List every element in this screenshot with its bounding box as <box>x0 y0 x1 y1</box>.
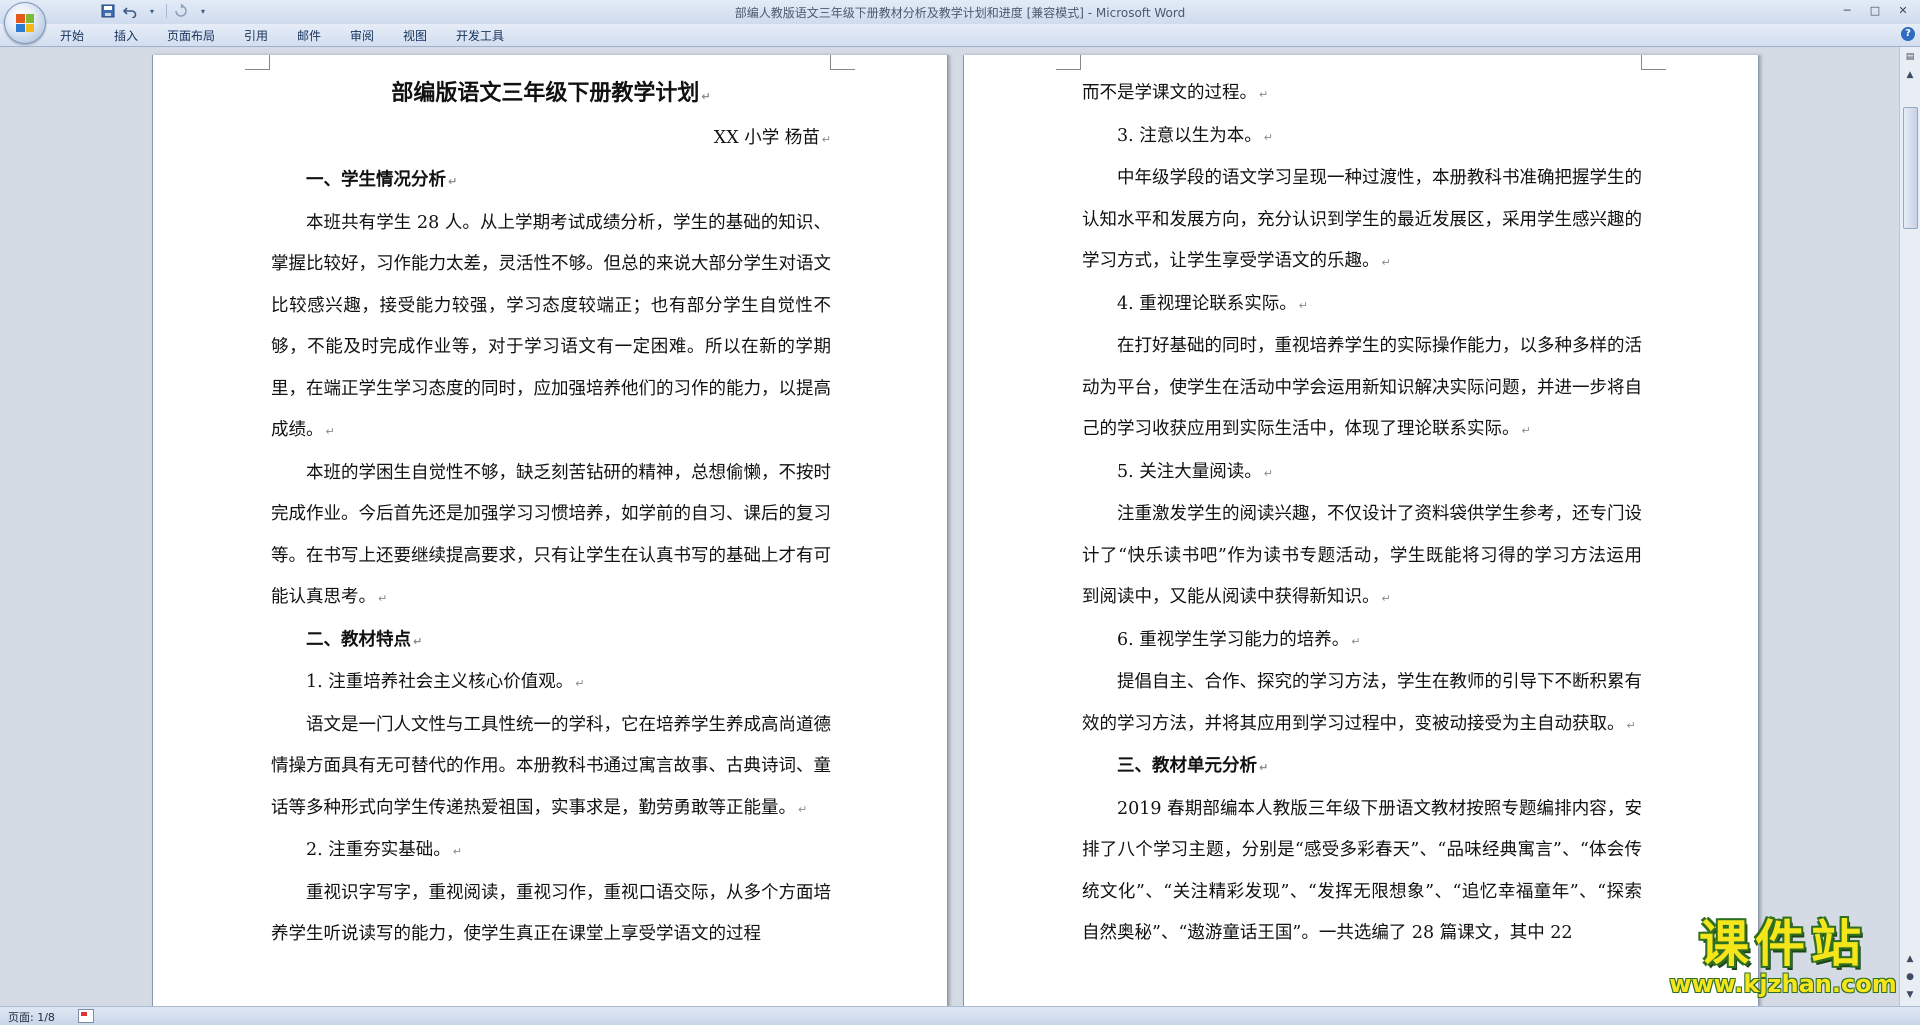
help-icon[interactable]: ? <box>1901 27 1915 41</box>
body-paragraph: 在打好基础的同时，重视培养学生的实际操作能力，以多种多样的活动为平台，使学生在活… <box>1082 336 1642 439</box>
watermark-logo: 课件站 www.kjzhan.com <box>1668 918 1898 998</box>
document-page-left[interactable]: 部编版语文三年级下册教学计划 ↵ XX 小学 杨苗 ↵ 一、学生情况分析 ↵ 本班共有… <box>152 55 948 1007</box>
tab-references[interactable]: 引用 <box>244 27 268 44</box>
crop-mark <box>1056 55 1081 70</box>
tab-page-layout[interactable]: 页面布局 <box>167 27 215 44</box>
office-button[interactable] <box>4 2 46 44</box>
body-paragraph: 提倡自主、合作、探究的学习方法，学生在教师的引导下不断积累有效的学习方法，并将其… <box>1082 672 1642 734</box>
subheading: 5. 关注大量阅读。 ↵ <box>1117 461 1273 482</box>
previous-page-icon[interactable]: ▲ <box>1902 951 1918 967</box>
ruler-toggle-icon[interactable]: ▤ <box>1902 49 1918 65</box>
tab-review[interactable]: 审阅 <box>350 27 374 44</box>
page-text-left: 部编版语文三年级下册教学计划 ↵ XX 小学 杨苗 ↵ 一、学生情况分析 ↵ 本班共有… <box>271 73 831 956</box>
watermark-url: www.kjzhan.com <box>1669 970 1897 998</box>
status-bar: 页面: 1/8 <box>0 1006 1920 1025</box>
body-paragraph: 2019 春期部编本人教版三年级下册语文教材按照专题编排内容，安排了八个学习主题… <box>1082 798 1642 944</box>
body-paragraph: 中年级学段的语文学习呈现一种过渡性，本册教科书准确把握学生的认知水平和发展方向，… <box>1082 168 1642 271</box>
page-text-right: 而不是学课文的过程。 ↵ 3. 注意以生为本。 ↵ 中年级学段的语文学习呈现一种过渡… <box>1082 73 1642 955</box>
subheading: 4. 重视理论联系实际。 ↵ <box>1117 293 1308 314</box>
proofing-status-icon[interactable] <box>78 1009 94 1023</box>
minimize-icon[interactable]: ─ <box>1834 2 1860 20</box>
tab-mailings[interactable]: 邮件 <box>297 27 321 44</box>
window-controls: ─ □ ✕ <box>1834 2 1916 20</box>
page-indicator[interactable]: 页面: 1/8 <box>8 1009 55 1025</box>
document-area[interactable]: 部编版语文三年级下册教学计划 ↵ XX 小学 杨苗 ↵ 一、学生情况分析 ↵ 本班共有… <box>0 47 1900 1007</box>
tab-insert[interactable]: 插入 <box>114 27 138 44</box>
section-heading: 三、教材单元分析 ↵ <box>1117 756 1269 776</box>
next-page-icon[interactable]: ▼ <box>1902 987 1918 1003</box>
close-icon[interactable]: ✕ <box>1890 2 1916 20</box>
scroll-up-icon[interactable]: ▲ <box>1902 67 1918 83</box>
body-paragraph-continued: 而不是学课文的过程。 ↵ <box>1082 83 1269 103</box>
ribbon-tabs: 开始 插入 页面布局 引用 邮件 审阅 视图 开发工具 ? <box>0 24 1920 47</box>
section-heading: 二、教材特点 ↵ <box>306 629 423 650</box>
body-paragraph: 本班共有学生 28 人。从上学期考试成绩分析，学生的基础的知识、掌握比较好，习作… <box>271 212 831 441</box>
subheading: 3. 注意以生为本。 ↵ <box>1117 125 1273 146</box>
tab-home[interactable]: 开始 <box>60 27 84 44</box>
body-paragraph: 重视识字写字，重视阅读，重视习作，重视口语交际，从多个方面培养学生听说读写的能力… <box>271 882 831 945</box>
crop-mark <box>830 55 855 70</box>
tab-view[interactable]: 视图 <box>403 27 427 44</box>
office-logo-icon <box>16 14 34 32</box>
section-heading: 一、学生情况分析 ↵ <box>306 170 458 190</box>
window-title: 部编人教版语文三年级下册教材分析及教学计划和进度 [兼容模式] - Micros… <box>734 6 1186 20</box>
body-paragraph: 注重激发学生的阅读兴趣，不仅设计了资料袋供学生参考，还专门设计了“快乐读书吧”作… <box>1082 504 1642 607</box>
crop-mark <box>1641 55 1666 70</box>
scrollbar-thumb[interactable] <box>1903 107 1918 229</box>
subheading: 6. 重视学生学习能力的培养。 ↵ <box>1117 629 1361 650</box>
body-paragraph: 本班的学困生自觉性不够，缺乏刻苦钻研的精神，总想偷懒，不按时完成作业。今后首先还… <box>271 462 831 608</box>
select-browse-object-icon[interactable]: ● <box>1902 969 1918 985</box>
tab-developer[interactable]: 开发工具 <box>456 27 504 44</box>
crop-mark <box>245 55 270 70</box>
maximize-icon[interactable]: □ <box>1862 2 1888 20</box>
document-page-right[interactable]: 而不是学课文的过程。 ↵ 3. 注意以生为本。 ↵ 中年级学段的语文学习呈现一种过渡… <box>963 55 1759 1007</box>
document-author: XX 小学 杨苗 ↵ <box>713 127 831 148</box>
document-title: 部编版语文三年级下册教学计划 ↵ <box>391 81 711 106</box>
subheading: 1. 注重培养社会主义核心价值观。 ↵ <box>306 672 585 692</box>
subheading: 2. 注重夯实基础。 ↵ <box>306 840 462 860</box>
body-paragraph: 语文是一门人文性与工具性统一的学科，它在培养学生养成高尚道德情操方面具有无可替代… <box>271 714 831 818</box>
watermark-title: 课件站 <box>1699 915 1867 973</box>
vertical-scrollbar[interactable]: ▤ ▲ ▲ ● ▼ <box>1899 47 1920 1007</box>
title-bar: ▾ ▾ 部编人教版语文三年级下册教材分析及教学计划和进度 [兼容模式] - Mi… <box>0 0 1920 25</box>
